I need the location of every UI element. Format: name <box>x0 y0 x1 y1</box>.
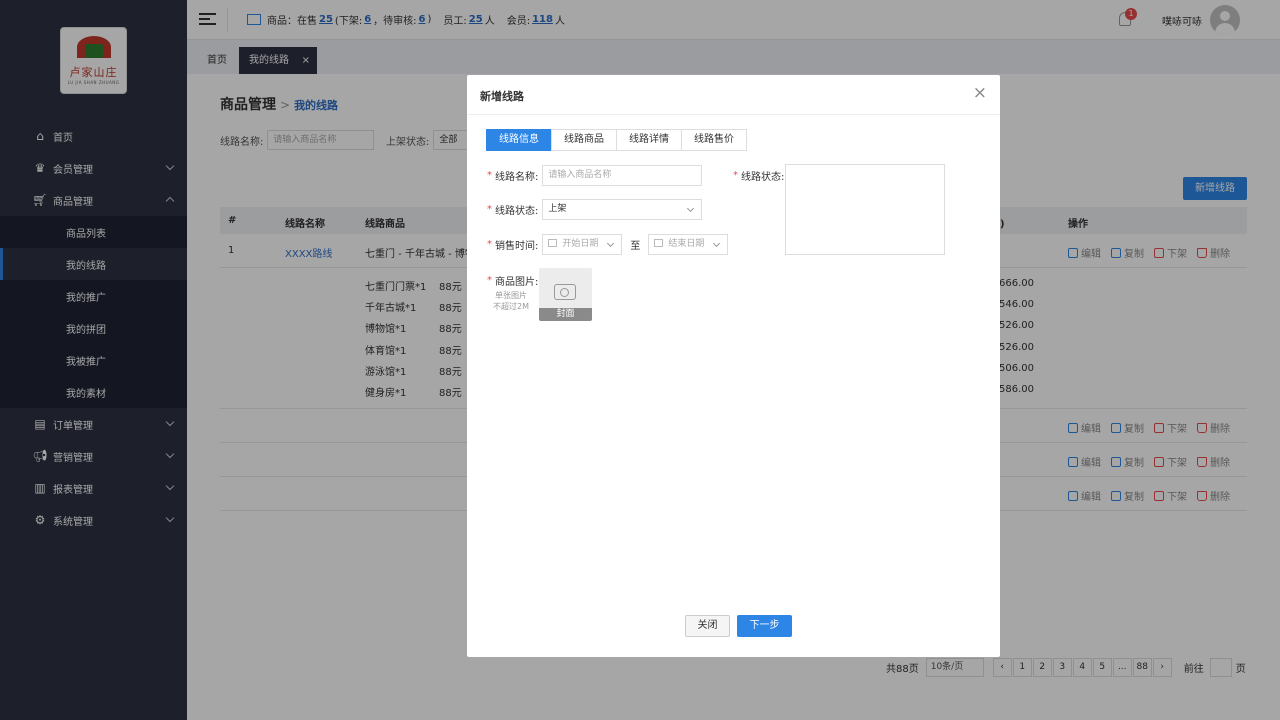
sale-time-label: 销售时间: <box>495 241 539 252</box>
image-upload[interactable]: 封面 <box>539 268 592 321</box>
dialog-tabs: 线路信息 线路商品 线路详情 线路售价 <box>486 129 747 151</box>
tab-route-detail[interactable]: 线路详情 <box>616 129 682 151</box>
route-status-row: * 线路状态: 上架 <box>487 199 703 220</box>
next-step-button[interactable]: 下一步 <box>737 615 792 637</box>
route-status-select[interactable]: 上架 <box>542 199 703 220</box>
tab-route-price[interactable]: 线路售价 <box>681 129 747 151</box>
camera-icon <box>554 284 576 300</box>
image-label: 商品图片: <box>495 277 539 288</box>
dialog-title: 新增线路 <box>480 90 524 103</box>
close-icon[interactable]: × <box>973 85 987 102</box>
chevron-down-icon <box>687 204 695 213</box>
tab-route-info[interactable]: 线路信息 <box>486 129 552 151</box>
close-button[interactable]: 关闭 <box>685 615 730 637</box>
calendar-icon <box>548 239 558 247</box>
add-route-dialog: 新增线路 × 线路信息 线路商品 线路详情 线路售价 * 线路名称: 请输入商品名… <box>467 75 1000 657</box>
start-date-input[interactable]: 开始日期 <box>542 234 623 255</box>
sale-time-row: * 销售时间: 开始日期 至 结束日期 <box>487 234 729 255</box>
image-row: * 商品图片: <box>487 275 539 288</box>
route-status-text-row: * 线路状态: <box>733 170 785 183</box>
end-date-input[interactable]: 结束日期 <box>648 234 729 255</box>
route-name-input[interactable]: 请输入商品名称 <box>542 165 703 186</box>
route-status-text-label: 线路状态: <box>741 172 785 183</box>
route-status-textarea[interactable] <box>785 164 945 255</box>
chevron-down-icon <box>607 239 615 248</box>
image-hint: 单张图片 不超过2M <box>493 291 529 311</box>
dialog-header: 新增线路 × <box>467 75 1000 115</box>
route-name-row: * 线路名称: 请输入商品名称 <box>487 165 703 186</box>
chevron-down-icon <box>713 239 721 248</box>
tab-route-goods[interactable]: 线路商品 <box>551 129 617 151</box>
route-name-label: 线路名称: <box>495 172 539 183</box>
calendar-icon <box>654 239 664 247</box>
date-separator: 至 <box>630 241 641 252</box>
cover-label: 封面 <box>539 308 592 321</box>
route-status-label: 线路状态: <box>495 206 539 217</box>
